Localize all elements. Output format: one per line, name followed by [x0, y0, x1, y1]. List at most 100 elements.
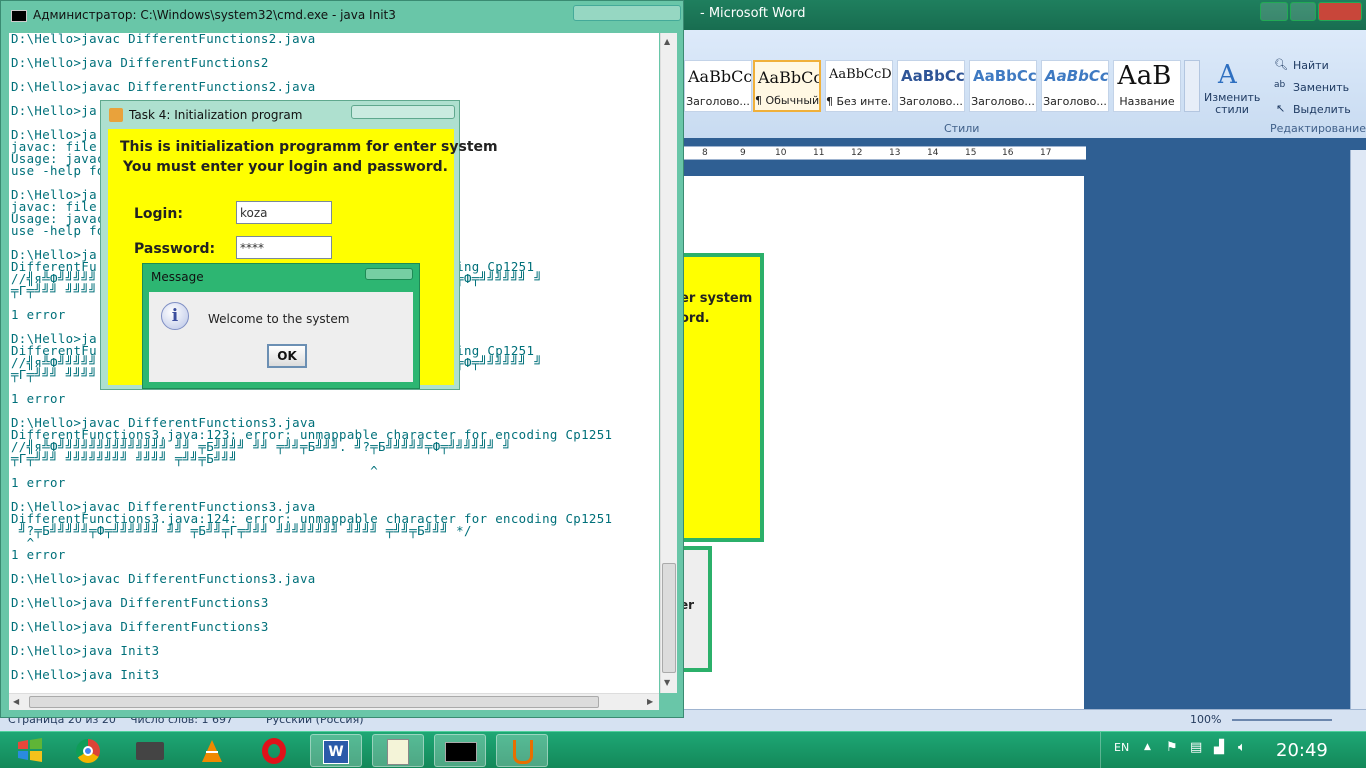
ruler-mark: 9 — [740, 148, 746, 158]
background-dialog-text: ord. — [680, 311, 710, 326]
ruler-mark: 10 — [775, 148, 787, 158]
style-heading1-tile[interactable]: AaBbCc Заголово... — [897, 60, 965, 112]
change-styles-icon: A — [1218, 60, 1237, 90]
zoom-level[interactable]: 100% — [1190, 713, 1221, 726]
style-name: Название — [1119, 95, 1175, 108]
background-dialog: er system ord. — [676, 253, 764, 542]
info-icon: i — [161, 302, 189, 330]
style-sample: AaBbCc — [973, 67, 1037, 85]
console-line: ^ — [11, 463, 379, 478]
word-vertical-scrollbar[interactable] — [1350, 150, 1366, 716]
console-line: ╝?╤Б╝╝╝╝╝╤Ф╤╝╝╝╝╝╝ ╝╝ ╤Б╝╝╤Г╤╝╝╝ ╝╝╝╝╝╝╝… — [11, 523, 472, 538]
style-name: Заголово... — [971, 95, 1035, 108]
intro-text: This is initialization programm for ente… — [120, 139, 498, 155]
taskbar-opera[interactable] — [248, 734, 300, 767]
console-line: D:\Hello>java DifferentFunctions3 — [11, 595, 269, 610]
ruler-mark: 15 — [965, 148, 977, 158]
console-line: D:\Hello>javac DifferentFunctions2.java — [11, 79, 316, 94]
replace-button[interactable]: ab Заменить — [1274, 79, 1358, 97]
taskbar-word[interactable]: W — [310, 734, 362, 767]
message-dialog: Message i Welcome to the system OK — [142, 263, 420, 389]
network-icon[interactable]: ▤ — [1190, 740, 1202, 755]
ruler-mark: 12 — [851, 148, 863, 158]
window-controls[interactable] — [365, 268, 413, 280]
console-line: ^ — [11, 535, 35, 550]
maximize-button[interactable] — [1290, 2, 1316, 21]
ruler-mark: 11 — [813, 148, 825, 158]
password-input[interactable] — [236, 236, 332, 259]
taskbar-vlc[interactable] — [186, 734, 238, 767]
ruler-mark: 14 — [927, 148, 939, 158]
minimize-button[interactable] — [1260, 2, 1288, 21]
show-hidden-icons-icon[interactable]: ▲ — [1144, 742, 1151, 752]
scroll-up-icon[interactable]: ▲ — [664, 37, 670, 46]
taskbar-printer[interactable] — [124, 734, 176, 767]
word-icon: W — [323, 740, 349, 764]
printer-icon — [136, 742, 164, 760]
chrome-icon — [76, 739, 100, 763]
taskbar-cmd[interactable] — [434, 734, 486, 767]
style-sample: AaBbCc — [688, 67, 752, 86]
window-controls[interactable] — [351, 105, 455, 119]
style-sample: AaBbCc — [758, 68, 821, 87]
login-input[interactable] — [236, 201, 332, 224]
scroll-thumb[interactable] — [662, 563, 676, 673]
ruler-mark: 17 — [1040, 148, 1052, 158]
change-styles-label: Изменить стили — [1204, 91, 1261, 116]
console-line: 1 error — [11, 391, 66, 406]
taskbar: W EN ▲ ⚑ ▤ ▟ 🔈︎ 20:49 — [0, 731, 1366, 768]
scroll-left-icon[interactable]: ◀ — [13, 697, 19, 706]
taskbar-notepadpp[interactable] — [372, 734, 424, 767]
style-heading2-tile[interactable]: AaBbCc Заголово... — [969, 60, 1037, 112]
language-indicator[interactable]: EN — [1114, 741, 1129, 754]
taskbar-chrome[interactable] — [62, 734, 114, 767]
opera-icon — [262, 738, 286, 764]
style-name: Заголово... — [686, 95, 750, 108]
replace-label: Заменить — [1293, 81, 1350, 94]
style-no-spacing-tile[interactable]: AaBbCcD ¶ Без инте... — [825, 60, 893, 112]
start-button[interactable] — [4, 732, 54, 768]
task-dialog-title: Task 4: Initialization program — [129, 108, 303, 122]
volume-icon[interactable]: 🔈︎ — [1238, 740, 1246, 755]
flag-icon[interactable]: ⚑ — [1166, 740, 1178, 755]
message-title: Message — [151, 270, 204, 284]
style-sample: AaBbCcD — [829, 67, 892, 82]
java-taskbar-icon — [513, 740, 533, 764]
cmd-vertical-scrollbar[interactable]: ▲ ▼ — [660, 33, 677, 693]
ok-button[interactable]: OK — [267, 344, 307, 368]
change-styles-button[interactable]: A Изменить стили — [1204, 60, 1260, 118]
style-normal-tile[interactable]: AaBbCc ¶ Обычный — [753, 60, 821, 112]
clock[interactable]: 20:49 — [1276, 740, 1328, 761]
console-line: D:\Hello>java DifferentFunctions3 — [11, 619, 269, 634]
style-heading-tile[interactable]: AaBbCc Заголово... — [684, 60, 752, 112]
cmd-horizontal-scrollbar[interactable]: ◀ ▶ — [9, 693, 659, 710]
console-line: 1 error — [11, 547, 66, 562]
style-heading3-tile[interactable]: AaBbCc Заголово... — [1041, 60, 1109, 112]
signal-icon[interactable]: ▟ — [1214, 740, 1224, 755]
style-title-tile[interactable]: АаВ Название — [1113, 60, 1181, 112]
cmd-title-bar[interactable]: Администратор: C:\Windows\system32\cmd.e… — [1, 1, 685, 31]
scroll-down-icon[interactable]: ▼ — [664, 678, 670, 687]
replace-icon: ab — [1274, 80, 1286, 90]
cmd-title: Администратор: C:\Windows\system32\cmd.e… — [33, 8, 396, 22]
hscroll-thumb[interactable] — [29, 696, 599, 708]
console-line: 1 error — [11, 475, 66, 490]
ruler-mark: 8 — [702, 148, 708, 158]
ruler-mark: 13 — [889, 148, 901, 158]
window-controls[interactable] — [573, 5, 681, 21]
select-button[interactable]: ↖ Выделить — [1274, 101, 1358, 119]
scroll-right-icon[interactable]: ▶ — [647, 697, 653, 706]
zoom-slider[interactable] — [1232, 719, 1332, 721]
vlc-icon — [202, 740, 222, 762]
find-button[interactable]: 🔍︎ Найти — [1274, 57, 1358, 75]
styles-scroll[interactable] — [1184, 60, 1200, 112]
style-sample: AaBbCc — [901, 67, 965, 85]
binoculars-icon: 🔍︎ — [1274, 58, 1288, 71]
tray-divider — [1100, 732, 1101, 768]
horizontal-ruler[interactable]: 8 9 10 11 12 13 14 15 16 17 — [684, 146, 1086, 160]
editing-group-label: Редактирование — [1270, 122, 1366, 135]
close-button[interactable] — [1318, 2, 1362, 21]
cursor-icon: ↖ — [1276, 102, 1286, 115]
console-line: D:\Hello>javac DifferentFunctions2.java — [11, 33, 316, 46]
taskbar-java[interactable] — [496, 734, 548, 767]
